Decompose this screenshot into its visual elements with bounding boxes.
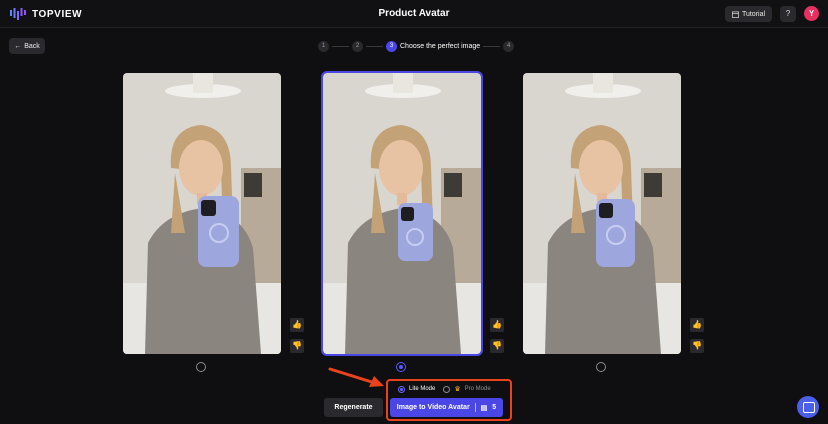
progress-stepper: 1 2 3 Choose the perfect image 4 — [318, 40, 515, 52]
annotation-highlight-box — [386, 379, 512, 421]
calendar-icon — [732, 11, 739, 18]
thumbs-down-icon: 👎 — [692, 341, 702, 350]
select-radio-1[interactable] — [196, 362, 206, 372]
step-2: 2 — [352, 40, 363, 52]
step-connector — [332, 45, 349, 47]
thumbs-up-button-2[interactable]: 👍 — [490, 318, 504, 332]
tutorial-button[interactable]: Tutorial — [725, 6, 772, 22]
active-step-label: Choose the perfect image — [400, 42, 481, 50]
user-avatar[interactable]: Y — [804, 6, 819, 21]
avatar-image-option-3[interactable] — [523, 73, 681, 354]
thumbs-down-button-2[interactable]: 👎 — [490, 339, 504, 353]
select-radio-2[interactable] — [396, 362, 406, 372]
thumbs-down-icon: 👎 — [492, 341, 502, 350]
step-connector — [483, 45, 501, 47]
back-label: Back — [24, 42, 40, 50]
thumbs-up-icon: 👍 — [292, 320, 302, 329]
thumbs-up-icon: 👍 — [692, 320, 702, 329]
thumbs-up-button-3[interactable]: 👍 — [690, 318, 704, 332]
select-radio-3[interactable] — [596, 362, 606, 372]
step-1: 1 — [318, 40, 329, 52]
chat-support-button[interactable] — [797, 396, 819, 418]
help-button[interactable]: ? — [780, 6, 796, 22]
top-bar: TOPVIEW Product Avatar Tutorial ? Y — [0, 0, 828, 28]
avatar-image-option-1[interactable] — [123, 73, 281, 354]
thumbs-down-button-1[interactable]: 👎 — [290, 339, 304, 353]
page-title: Product Avatar — [378, 8, 450, 19]
regenerate-button[interactable]: Regenerate — [324, 398, 383, 417]
avatar-image-option-2[interactable] — [321, 71, 483, 356]
avatar-photo — [523, 73, 681, 354]
arrow-left-icon: ← — [14, 42, 22, 50]
step-3-active: 3 — [386, 40, 397, 52]
annotation-arrow — [328, 367, 384, 387]
thumbs-down-button-3[interactable]: 👎 — [690, 339, 704, 353]
avatar-photo — [123, 73, 281, 354]
thumbs-up-icon: 👍 — [492, 320, 502, 329]
thumbs-up-button-1[interactable]: 👍 — [290, 318, 304, 332]
step-connector — [366, 45, 383, 47]
avatar-photo — [323, 73, 481, 354]
back-button[interactable]: ← Back — [9, 38, 45, 54]
tutorial-label: Tutorial — [741, 10, 766, 18]
thumbs-down-icon: 👎 — [292, 341, 302, 350]
step-4: 4 — [503, 40, 515, 52]
